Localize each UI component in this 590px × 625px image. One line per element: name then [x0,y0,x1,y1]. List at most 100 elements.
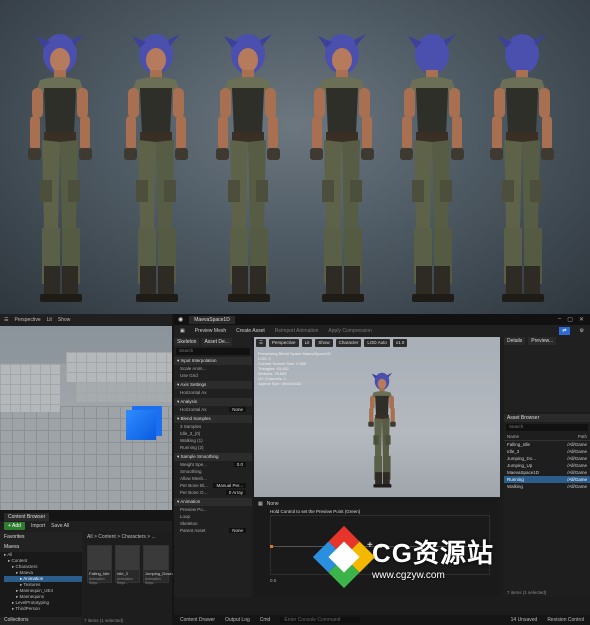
tab-details[interactable]: Details [504,337,526,345]
property-value[interactable]: Manual Per... [213,483,246,488]
property-label: Parent Asset [180,528,206,533]
project-root-header[interactable]: Maeva [0,542,82,552]
details-row[interactable]: Use Grid [174,372,252,379]
asset-thumbnail[interactable]: Idle_3 Animation Sequ... [115,545,140,585]
folder-tree: ▸ All ▸ Content ▸ Characters ▸ Maeva ▸ Anima… [0,552,82,612]
content-drawer-button[interactable]: Content Drawer [180,617,215,623]
asset-row[interactable]: MaevaSpace1D/All/Game [504,469,590,476]
details-section-header[interactable]: ▾ Blend Samples [174,415,252,423]
details-section-header[interactable]: ▾ Animation [174,498,252,506]
collections-header[interactable]: Collections [0,617,82,625]
details-row[interactable]: Smoothing [174,468,252,475]
folder-item[interactable]: ▸ ThirdPerson [4,606,82,612]
speed-button[interactable]: x1.0 [392,339,408,347]
property-label: Smoothing [180,469,202,474]
console-input[interactable]: Enter Console Command [280,617,361,623]
property-value[interactable]: None [229,407,246,412]
show-button[interactable]: Show [58,317,71,323]
add-button[interactable]: + Add [4,522,25,530]
property-value[interactable]: 0 Array [225,490,246,495]
unsaved-indicator[interactable]: 14 Unsaved [511,617,538,623]
settings-icon[interactable]: ⚙ [580,328,584,334]
minimize-icon[interactable]: – [558,316,561,323]
details-section-header[interactable]: ▾ Axis Settings [174,381,252,389]
import-button[interactable]: Import [31,523,45,529]
hamburger-icon[interactable]: ☰ [4,317,8,323]
level-viewport[interactable]: ☰ Perspective Lit Show [0,314,172,510]
reimport-button[interactable]: Reimport Animation [275,328,319,334]
details-row[interactable]: Running (2) [174,444,252,451]
sample-point[interactable] [270,545,273,548]
output-log-button[interactable]: Output Log [225,617,250,623]
level-wall [76,382,172,402]
asset-row[interactable]: Jumping_Up/All/Game [504,462,590,469]
asset-row[interactable]: Walking/All/Game [504,483,590,490]
details-section-header[interactable]: ▾ Analysis [174,398,252,406]
maximize-icon[interactable]: ▢ [567,316,573,323]
details-row[interactable]: Weight Spe... 0.0 [174,461,252,468]
preview-mesh-button[interactable]: Preview Mesh [195,328,226,334]
details-search-input[interactable]: Search [176,348,250,355]
details-row[interactable]: Parent Asset None [174,527,252,534]
graph-dropdown[interactable]: None [267,501,279,507]
details-row[interactable]: Per Bone Bl... Manual Per... [174,482,252,489]
tab-skeleton[interactable]: Skeleton [174,337,200,346]
details-section-header[interactable]: ▾ Input Interpolation [174,357,252,365]
lit-button[interactable]: Lit [47,317,52,323]
tab-asset-details[interactable]: Asset De... [201,337,232,346]
property-label: Walking (1) [180,438,203,443]
save-icon[interactable]: ▣ [180,328,185,334]
favorites-header[interactable]: Favorites [0,532,82,542]
asset-tab[interactable]: MaevaSpace1D [189,315,235,324]
save-all-button[interactable]: Save All [51,523,69,529]
details-row[interactable]: Allow Mesh... [174,475,252,482]
asset-row[interactable]: Running/All/Game [504,476,590,483]
property-value[interactable]: None [229,528,246,533]
content-browser-tab[interactable]: Content Browser [4,512,50,521]
create-asset-button[interactable]: Create Asset [236,328,265,334]
details-row[interactable]: Horizontal Ax None [174,406,252,413]
lit-button[interactable]: Lit [301,339,313,347]
viewport-menu-icon[interactable]: ☰ [256,339,267,347]
column-path[interactable]: Path [578,434,587,439]
asset-search-input[interactable]: Search [506,424,588,431]
details-row[interactable]: Walking (1) [174,437,252,444]
details-row[interactable]: Idle_3_(0) [174,430,252,437]
preview-viewport[interactable]: ☰ Perspective Lit Show Character LOD Aut… [254,337,500,497]
details-row[interactable]: 3 Samples [174,423,252,430]
blue-cube[interactable] [126,410,156,440]
details-row[interactable]: Skeleton [174,520,252,527]
column-name[interactable]: Name [507,434,519,439]
breadcrumb[interactable]: All > Content > Characters > ... [84,532,172,542]
apply-compression-button[interactable]: Apply Compression [328,328,371,334]
details-row[interactable]: Scale Anim... [174,365,252,372]
animation-mode-icon[interactable]: ⇄ [559,327,570,335]
cmd-dropdown[interactable]: Cmd [260,617,271,623]
details-row[interactable]: Preview Po... [174,506,252,513]
lod-button[interactable]: LOD Auto [364,339,390,347]
asset-row[interactable]: Jumping_Do... /All/Game [504,455,590,462]
details-row[interactable]: Per Bone O... 0 Array [174,489,252,496]
perspective-button[interactable]: Perspective [269,339,299,347]
asset-thumbnail[interactable]: Jumping_Down Animation Sequ... [143,545,173,585]
property-value[interactable]: 0.0 [233,462,246,467]
details-row[interactable]: Horizontal Ax [174,389,252,396]
close-icon[interactable]: ✕ [579,316,584,323]
right-details-panel: Details Preview... [504,337,590,412]
folder-tree-panel: Favorites Maeva ▸ All ▸ Content ▸ Characte… [0,532,82,625]
asset-thumbnail[interactable]: Falling_Idle Animation Sequ... [87,545,112,585]
character-figure-front-left [18,30,102,308]
perspective-button[interactable]: Perspective [14,317,40,323]
asset-path: /All/Game [567,470,587,475]
tab-preview[interactable]: Preview... [528,337,556,345]
asset-row[interactable]: Idle_3/All/Game [504,448,590,455]
character-button[interactable]: Character [335,339,362,347]
show-button[interactable]: Show [315,339,333,347]
revision-control-button[interactable]: Revision Control [547,617,584,623]
details-section-header[interactable]: ▾ Sample Smoothing [174,453,252,461]
asset-row[interactable]: Falling_Idle/All/Game [504,441,590,448]
watermark-url: www.cgzyw.com [372,570,445,581]
asset-browser-title[interactable]: Asset Browser [504,414,590,422]
character-figure-left [114,30,198,308]
details-row[interactable]: Loop [174,513,252,520]
